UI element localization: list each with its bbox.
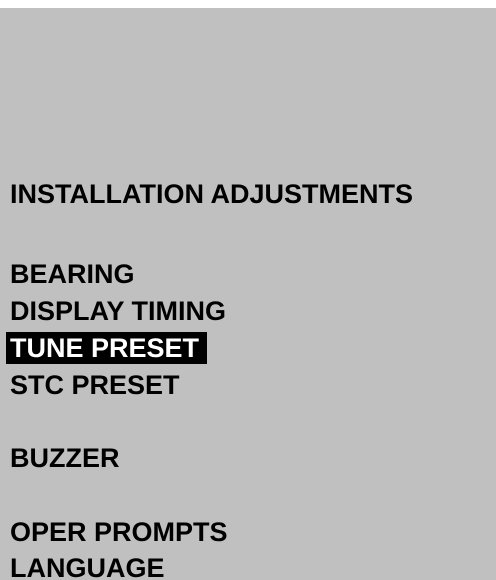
menu-item-oper-prompts[interactable]: OPER PROMPTS [10, 516, 228, 548]
menu-item-display-timing[interactable]: DISPLAY TIMING [10, 295, 226, 327]
menu-item-stc-preset[interactable]: STC PRESET [10, 369, 180, 401]
menu-title: INSTALLATION ADJUSTMENTS [10, 179, 413, 209]
menu-item-language[interactable]: LANGUAGE [10, 552, 165, 580]
menu-screen: INSTALLATION ADJUSTMENTS BEARING DISPLAY… [0, 8, 496, 580]
menu-item-tune-preset[interactable]: TUNE PRESET [6, 332, 208, 364]
menu-item-buzzer[interactable]: BUZZER [10, 442, 120, 474]
menu-item-bearing[interactable]: BEARING [10, 258, 135, 290]
